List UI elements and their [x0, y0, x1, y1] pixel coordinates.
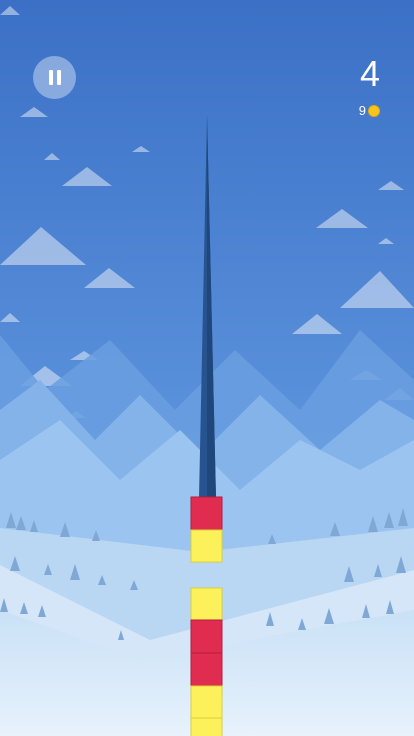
block-yellow: [190, 587, 223, 621]
pause-icon: [47, 70, 63, 85]
pause-button[interactable]: [33, 56, 76, 99]
coin-count: 9: [358, 103, 366, 118]
block-yellow: [190, 685, 223, 719]
score-counter: 4: [359, 53, 380, 94]
coin-icon: [368, 104, 380, 117]
game-screen[interactable]: 4 9: [0, 0, 414, 736]
block-red: [190, 619, 223, 654]
block-red: [190, 652, 223, 687]
coin-counter: 9: [359, 103, 380, 118]
block-yellow: [190, 717, 223, 736]
game-scene: [0, 0, 414, 736]
block-tower: [190, 496, 223, 736]
block-red: [190, 496, 223, 531]
block-yellow: [190, 529, 223, 563]
